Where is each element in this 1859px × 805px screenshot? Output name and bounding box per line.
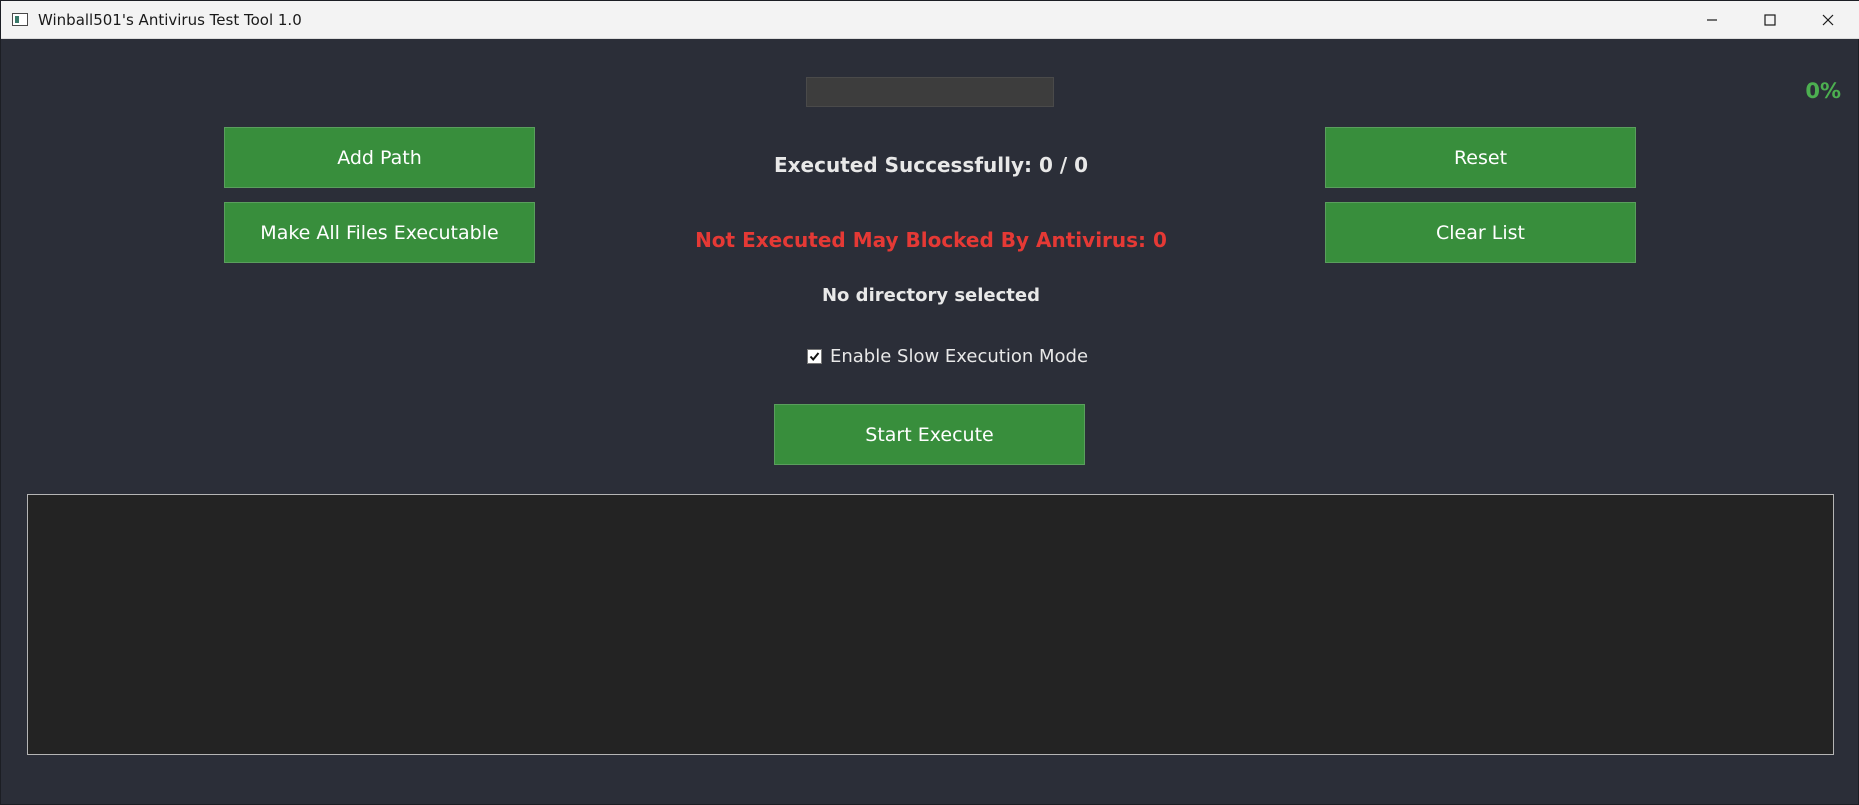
app-window: Winball501's Antivirus Test Tool 1.0 0% … [0, 0, 1859, 805]
window-title: Winball501's Antivirus Test Tool 1.0 [38, 11, 302, 29]
slow-execution-label: Enable Slow Execution Mode [830, 346, 1089, 367]
reset-button[interactable]: Reset [1325, 127, 1636, 188]
clear-list-button[interactable]: Clear List [1325, 202, 1636, 263]
slow-execution-checkbox[interactable] [807, 349, 822, 364]
app-window-icon [12, 13, 28, 26]
progress-bar [806, 77, 1054, 107]
not-executed-label: Not Executed May Blocked By Antivirus: 0 [695, 228, 1167, 252]
close-icon [1822, 14, 1834, 26]
maximize-icon [1764, 14, 1776, 26]
make-all-files-executable-button[interactable]: Make All Files Executable [224, 202, 535, 263]
execution-log-list[interactable] [27, 494, 1834, 755]
title-bar[interactable]: Winball501's Antivirus Test Tool 1.0 [1, 1, 1859, 39]
directory-status-label: No directory selected [821, 285, 1041, 306]
start-execute-button[interactable]: Start Execute [774, 404, 1085, 465]
minimize-button[interactable] [1683, 1, 1741, 39]
slow-execution-option[interactable]: Enable Slow Execution Mode [807, 346, 1088, 367]
maximize-button[interactable] [1741, 1, 1799, 39]
checkmark-icon [809, 352, 820, 362]
minimize-icon [1707, 19, 1717, 21]
add-path-button[interactable]: Add Path [224, 127, 535, 188]
progress-percent: 0% [1805, 79, 1841, 103]
close-button[interactable] [1799, 1, 1857, 39]
executed-successfully-label: Executed Successfully: 0 / 0 [773, 153, 1089, 177]
